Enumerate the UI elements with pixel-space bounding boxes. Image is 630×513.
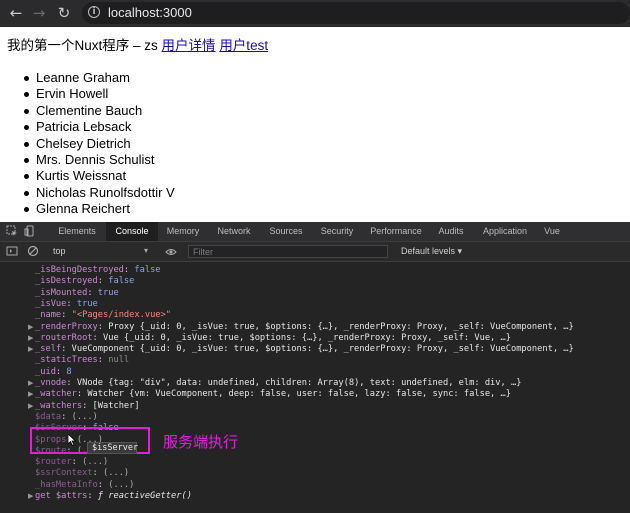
property-key: _isBeingDestroyed — [35, 265, 124, 275]
user-list: Leanne Graham Ervin Howell Clementine Bauc… — [24, 70, 175, 218]
property-key: _staticTrees — [35, 355, 98, 366]
user-list-item: Chelsey Dietrich — [24, 136, 175, 152]
property-key: _renderProxy — [35, 321, 98, 332]
device-toolbar-icon[interactable] — [24, 225, 36, 237]
tab-memory[interactable]: Memory — [160, 222, 206, 241]
property-value: false — [108, 276, 135, 287]
chevron-down-icon[interactable]: ▾ — [144, 246, 148, 255]
property-key: _isDestroyed — [35, 276, 98, 287]
property-key: _watchers — [35, 400, 83, 411]
link-user-detail[interactable]: 用户详情 — [162, 38, 216, 53]
console-output: _isBeingDestroyed: false _isDestroyed: fa… — [28, 265, 574, 502]
property-key: _hasMetaInfo — [35, 479, 98, 490]
property-key: _routerRoot — [35, 332, 93, 343]
url-text: localhost:3000 — [108, 5, 192, 20]
property-key: _vnode — [35, 378, 67, 388]
browser-toolbar: ← → ↻ i localhost:3000 — [0, 0, 630, 27]
live-expression-eye-icon[interactable] — [165, 246, 177, 258]
console-toolbar: top ▾ Filter Default levels ▾ — [0, 242, 630, 262]
clear-console-icon[interactable] — [27, 245, 39, 257]
property-key: $router — [35, 457, 72, 468]
property-value: ƒ reactiveGetter() — [97, 491, 192, 501]
property-key: _isVue — [35, 298, 67, 309]
user-list-item: Ervin Howell — [24, 86, 175, 102]
user-list-item: Patricia Lebsack — [24, 119, 175, 135]
user-list-item: Nicholas Runolfsdottir V — [24, 184, 175, 200]
expand-arrow-icon[interactable]: ▶ — [28, 400, 33, 412]
property-key: _watcher — [35, 389, 77, 400]
property-key: $ssrContext — [35, 468, 93, 479]
link-user-test[interactable]: 用户test — [219, 38, 268, 53]
property-value: (...) — [108, 479, 135, 490]
property-value: true — [97, 287, 119, 298]
tab-elements[interactable]: Elements — [48, 222, 106, 241]
property-value: VNode {tag: "div", data: undefined, chil… — [76, 378, 522, 388]
property-value: false — [134, 265, 161, 275]
property-tooltip: $isServer — [87, 442, 138, 454]
expand-arrow-icon[interactable]: ▶ — [28, 377, 33, 389]
tab-network[interactable]: Network — [208, 222, 260, 241]
property-key: $data — [35, 411, 62, 422]
property-key: _name — [35, 310, 62, 321]
log-levels-dropdown[interactable]: Default levels ▾ — [401, 246, 462, 257]
address-bar[interactable]: i localhost:3000 — [82, 2, 630, 24]
annotation-label: 服务端执行 — [163, 433, 239, 451]
tab-security[interactable]: Security — [312, 222, 362, 241]
devtools-panel: Elements Console Memory Network Sources Secur… — [0, 222, 630, 513]
property-value: Vue {_uid: 0, _isVue: true, $options: {…… — [103, 332, 511, 343]
inspect-icon[interactable] — [6, 225, 18, 237]
forward-icon[interactable]: → — [29, 3, 49, 23]
property-value: true — [76, 298, 98, 309]
expand-arrow-icon[interactable]: ▶ — [28, 321, 33, 333]
user-list-item: Mrs. Dennis Schulist — [24, 152, 175, 168]
property-value: "<Pages/index.vue>" — [71, 310, 172, 321]
property-key: get $attrs — [35, 491, 88, 501]
expand-arrow-icon[interactable]: ▶ — [28, 388, 33, 400]
property-value: (...) — [71, 411, 98, 422]
user-list-item: Glenna Reichert — [24, 201, 175, 217]
tab-application[interactable]: Application — [475, 222, 535, 241]
page-content: 我的第一个Nuxt程序 – zs 用户详情 用户test Leanne Grah… — [0, 27, 630, 222]
property-value: (...) — [82, 457, 109, 468]
tab-audits[interactable]: Audits — [430, 222, 472, 241]
page-header: 我的第一个Nuxt程序 – zs 用户详情 用户test — [7, 34, 268, 54]
property-key: _uid — [35, 366, 56, 377]
user-list-item: Clementine Bauch — [24, 103, 175, 119]
user-list-item: Leanne Graham — [24, 70, 175, 86]
property-key: _self — [35, 344, 62, 355]
property-value: [Watcher] — [92, 400, 140, 411]
devtools-tabbar: Elements Console Memory Network Sources Secur… — [0, 222, 630, 242]
property-key: _isMounted — [35, 287, 88, 298]
tab-performance[interactable]: Performance — [364, 222, 428, 241]
sidebar-toggle-icon[interactable] — [6, 245, 18, 257]
back-icon[interactable]: ← — [6, 3, 26, 23]
property-value: Proxy {_uid: 0, _isVue: true, $options: … — [108, 321, 574, 332]
tab-vue[interactable]: Vue — [537, 222, 567, 241]
expand-arrow-icon[interactable]: ▶ — [28, 343, 33, 355]
reload-icon[interactable]: ↻ — [54, 3, 74, 23]
property-value: 8 — [66, 366, 72, 377]
property-value: VueComponent {_uid: 0, _isVue: true, $op… — [71, 344, 574, 355]
property-value: null — [108, 355, 130, 366]
property-value: (...) — [103, 468, 130, 479]
tab-sources[interactable]: Sources — [262, 222, 310, 241]
property-value: Watcher {vm: VueComponent, deep: false, … — [87, 389, 511, 400]
user-list-item: Kurtis Weissnat — [24, 168, 175, 184]
page-title: 我的第一个Nuxt程序 – zs — [7, 38, 158, 53]
filter-input[interactable]: Filter — [188, 245, 388, 258]
expand-arrow-icon[interactable]: ▶ — [28, 490, 33, 502]
tab-console[interactable]: Console — [106, 222, 158, 241]
mouse-cursor-icon — [68, 434, 77, 446]
context-selector[interactable]: top — [53, 246, 66, 256]
expand-arrow-icon[interactable]: ▶ — [28, 332, 33, 344]
info-icon[interactable]: i — [88, 6, 100, 18]
